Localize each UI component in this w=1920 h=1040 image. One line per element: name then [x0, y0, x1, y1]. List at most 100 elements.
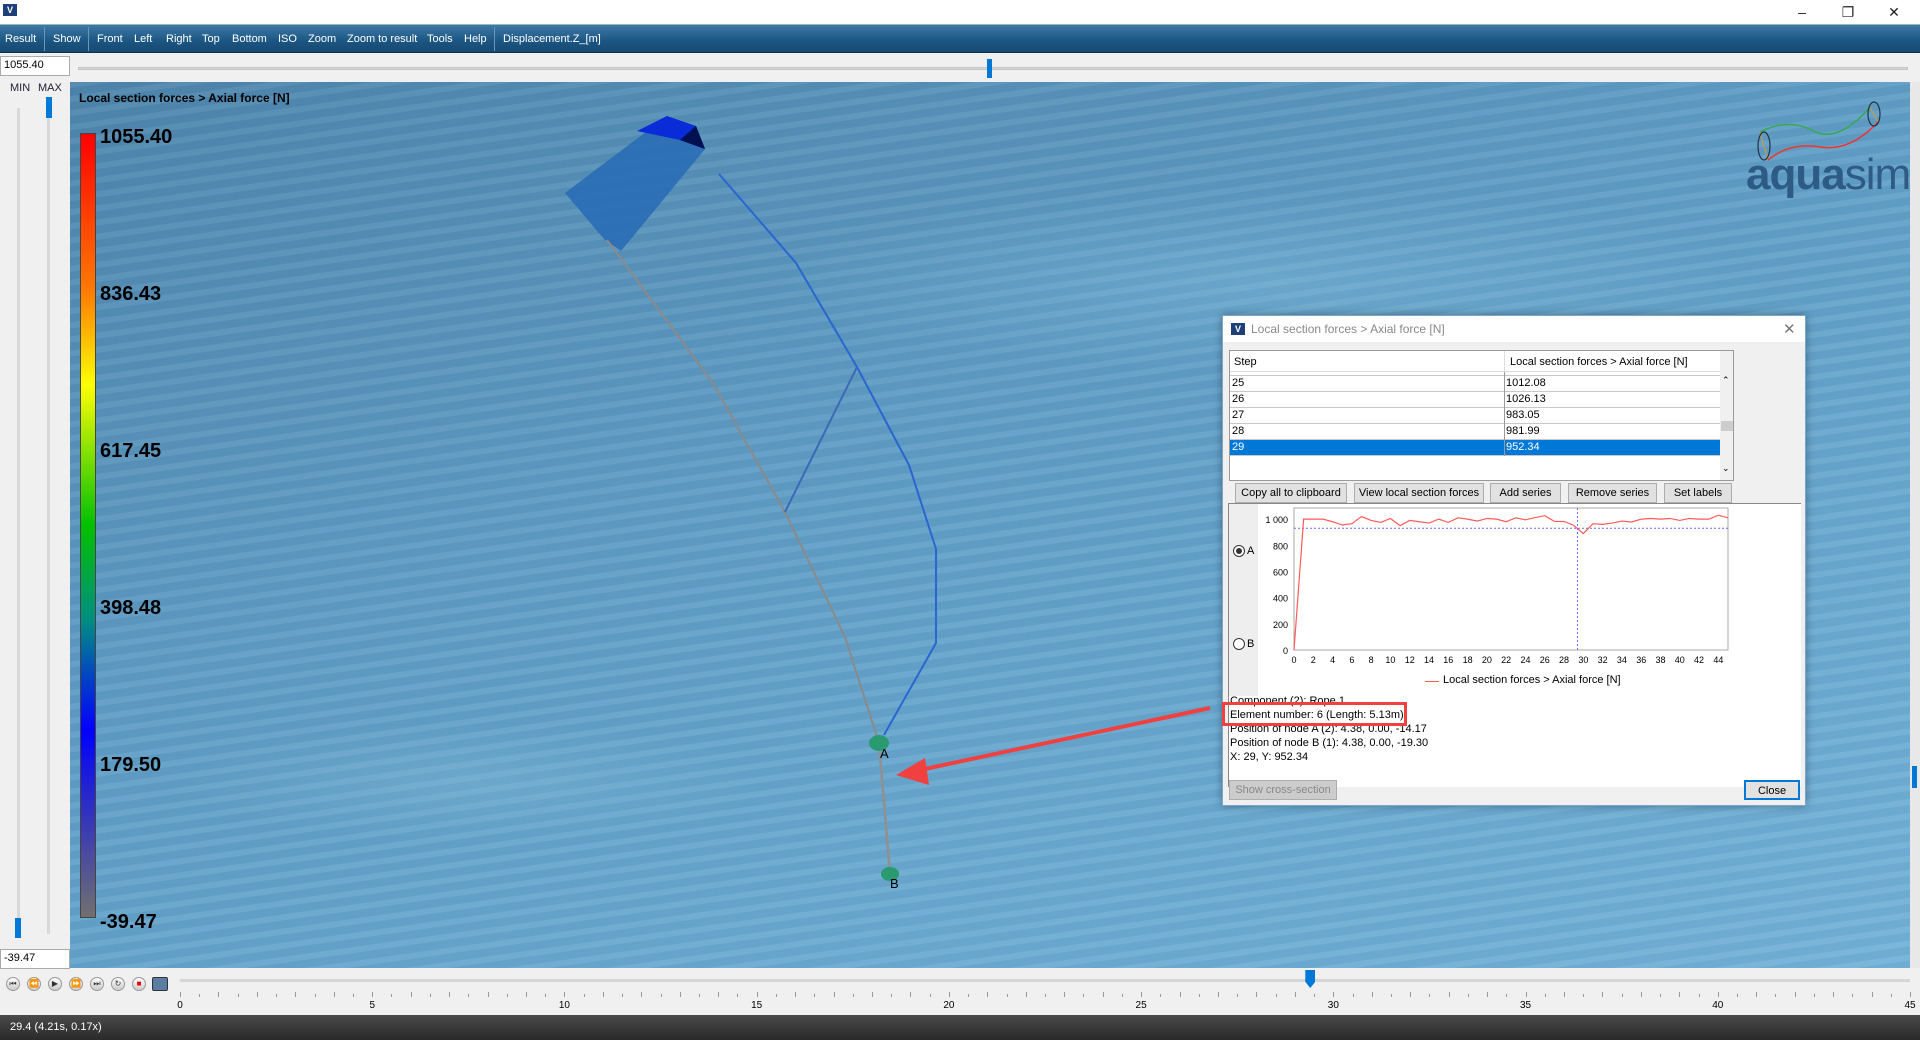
timeline-tick [199, 994, 201, 997]
scroll-thumb[interactable] [1721, 421, 1733, 431]
timeline-tick [852, 994, 854, 997]
menu-displacement[interactable]: Displacement.Z_[m] [498, 25, 606, 53]
timeline-tick [622, 994, 624, 997]
max-value-field[interactable]: 1055.40 [0, 56, 70, 76]
x-tick-label: 20 [1482, 655, 1492, 665]
timeline-tick [1429, 994, 1431, 997]
loop-icon[interactable]: ↻ [111, 977, 125, 991]
menu-result[interactable]: Result [0, 25, 41, 53]
first-frame-icon[interactable]: ⏮ [6, 977, 20, 991]
right-slider-thumb[interactable] [1912, 766, 1917, 788]
menu-help[interactable]: Help [459, 25, 492, 53]
timeline-track[interactable] [180, 979, 1910, 982]
timeline-label: 25 [1135, 1000, 1147, 1011]
timeline-thumb[interactable] [1305, 970, 1316, 988]
menu-show[interactable]: Show [48, 25, 86, 53]
timeline-tick [1506, 994, 1508, 997]
timeline-tick [1487, 992, 1489, 997]
timeline-tick [910, 992, 912, 997]
cell-axial-force: 983.05 [1506, 409, 1540, 421]
menu-top[interactable]: Top [197, 25, 225, 53]
minimize-icon[interactable]: – [1782, 2, 1822, 22]
timeline-label: 30 [1327, 1000, 1339, 1011]
rope-grey [606, 239, 880, 744]
timeline-tick [1871, 992, 1873, 997]
min-slider-track[interactable] [17, 108, 20, 934]
restore-icon[interactable]: ❐ [1828, 2, 1868, 22]
x-tick-label: 2 [1311, 655, 1316, 665]
x-tick-label: 34 [1617, 655, 1627, 665]
timeline-tick [968, 994, 970, 997]
timeline-tick [1467, 994, 1469, 997]
close-icon[interactable]: ✕ [1874, 2, 1914, 22]
rewind-icon[interactable]: ⏪ [27, 977, 41, 991]
min-value-field[interactable]: -39.47 [0, 949, 70, 969]
table-row[interactable]: 26 1026.13 [1230, 392, 1720, 408]
menu-zoom-to-result[interactable]: Zoom to result [342, 25, 422, 53]
scroll-up-icon[interactable]: ⌃ [1722, 375, 1730, 386]
rope-blue [718, 173, 937, 736]
legend-swatch [1425, 681, 1439, 682]
fast-forward-icon[interactable]: ⏩ [69, 977, 83, 991]
table-header: Step Local section forces > Axial force … [1230, 351, 1720, 372]
right-scrollbar[interactable] [1910, 82, 1920, 968]
top-slider-track[interactable] [78, 67, 1908, 70]
menu-tools[interactable]: Tools [422, 25, 458, 53]
show-cross-section-button[interactable]: Show cross-section [1229, 780, 1337, 800]
last-frame-icon[interactable]: ⏭ [90, 977, 104, 991]
cell-step: 26 [1232, 393, 1245, 405]
menu-front[interactable]: Front [92, 25, 128, 53]
x-tick-label: 24 [1520, 655, 1530, 665]
table-row[interactable]: 28 981.99 [1230, 424, 1720, 440]
max-slider-track[interactable] [47, 100, 50, 934]
menu-left[interactable]: Left [129, 25, 157, 53]
legend-label: 179.50 [100, 754, 162, 776]
close-button[interactable]: Close [1744, 780, 1800, 800]
legend-label: 836.43 [100, 283, 162, 305]
table-row[interactable]: 25 1012.08 [1230, 376, 1720, 392]
table-scrollbar[interactable]: ⌃ ⌄ [1720, 351, 1733, 480]
menu-iso[interactable]: ISO [273, 25, 302, 53]
record-icon[interactable]: ■ [132, 977, 146, 991]
timeline-ticks: 0 5 10 15 20 25 30 35 40 45 [0, 990, 1920, 1015]
y-tick-label: 1 000 [1265, 515, 1288, 525]
x-tick-label: 38 [1655, 655, 1665, 665]
scroll-down-icon[interactable]: ⌄ [1722, 463, 1730, 474]
section-forces-dialog: V Local section forces > Axial force [N]… [1222, 315, 1806, 806]
play-icon[interactable]: ▶ [48, 977, 62, 991]
x-tick-label: 26 [1540, 655, 1550, 665]
table-row[interactable]: 27 983.05 [1230, 408, 1720, 424]
timeline-tick [353, 994, 354, 997]
axial-force-chart[interactable]: 02004006008001 0000 2 4 6 8 10 12 14 16 18 20 22 24 2… [1223, 496, 1807, 696]
timeline-tick [1698, 994, 1700, 997]
timeline-tick [929, 994, 931, 997]
x-tick-label: 14 [1424, 655, 1434, 665]
annotation-arrow-line [919, 706, 1211, 772]
timeline-tick [775, 994, 777, 997]
timeline-tick [1294, 992, 1296, 997]
timeline-tick [1371, 992, 1373, 997]
table-row[interactable]: 29 952.34 [1230, 440, 1720, 456]
column-header-step[interactable]: Step [1234, 356, 1257, 368]
column-header-axial-force[interactable]: Local section forces > Axial force [N] [1510, 356, 1688, 368]
timeline-tick [1890, 994, 1892, 997]
timeline-tick [1410, 992, 1412, 997]
timeline-tick [429, 994, 431, 997]
timeline-tick [718, 992, 720, 997]
timeline-tick [1121, 994, 1123, 997]
cell-step: 29 [1232, 441, 1245, 453]
info-node-b: Position of node B (1): 4.38, 0.00, -19.… [1230, 737, 1429, 749]
timeline-tick [1333, 992, 1335, 997]
timeline-tick [1006, 994, 1008, 997]
min-slider-thumb[interactable] [15, 918, 21, 938]
plot-area [1293, 507, 1729, 651]
camera-icon[interactable] [152, 977, 168, 991]
menu-bottom[interactable]: Bottom [227, 25, 272, 53]
menu-right[interactable]: Right [161, 25, 197, 53]
max-slider-thumb[interactable] [46, 97, 52, 118]
close-icon[interactable]: ✕ [1783, 320, 1796, 338]
menu-zoom[interactable]: Zoom [303, 25, 341, 53]
top-slider-thumb[interactable] [987, 59, 992, 78]
info-xy: X: 29, Y: 952.34 [1230, 751, 1309, 763]
annotation-arrow-head [896, 758, 929, 785]
